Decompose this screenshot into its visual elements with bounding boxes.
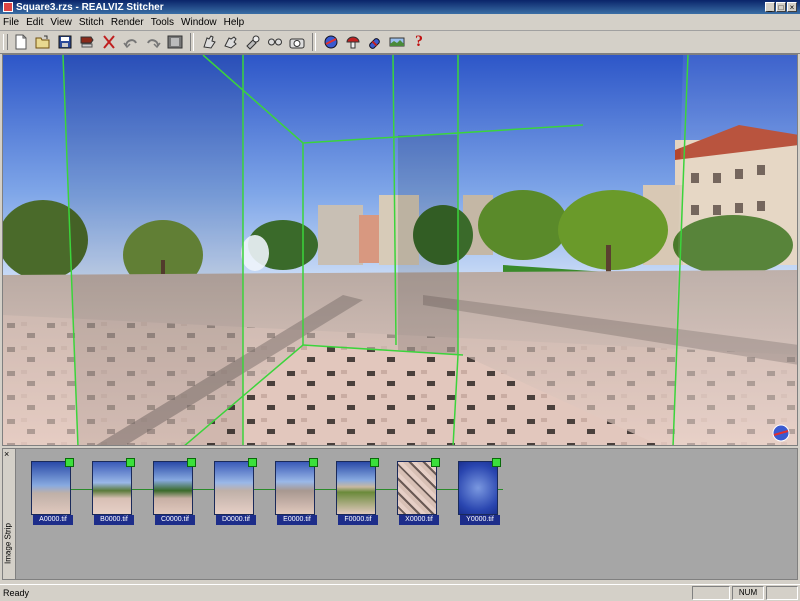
help-glyph: ? (415, 33, 423, 50)
overlap-region (673, 55, 797, 445)
menu-bar: File Edit View Stitch Render Tools Windo… (0, 14, 800, 31)
save-icon[interactable] (56, 33, 74, 51)
thumbnail-image (92, 461, 132, 515)
status-bar: Ready NUM (0, 584, 800, 601)
thumbnail-caption: F0000.tif (338, 515, 378, 525)
status-text: Ready (3, 588, 30, 598)
menu-tools[interactable]: Tools (148, 17, 178, 28)
thumbnail-caption: Y0000.tif (460, 515, 500, 525)
sphere-icon[interactable] (322, 33, 340, 51)
menu-edit[interactable]: Edit (23, 17, 47, 28)
window-title: Square3.rzs - REALVIZ Stitcher (16, 1, 164, 13)
pill-icon[interactable] (366, 33, 384, 51)
close-button[interactable]: × (787, 2, 797, 12)
image-strip-sidebar: × Image Strip (3, 449, 16, 579)
camera-icon[interactable] (288, 33, 306, 51)
thumbnail[interactable]: Y0000.tif (458, 458, 501, 525)
window-controls: _ □ × (765, 2, 797, 12)
num-lock-indicator: NUM (732, 586, 764, 600)
overlap-region (63, 55, 243, 445)
thumbnail-caption: B0000.tif (94, 515, 134, 525)
thumbnail[interactable]: A0000.tif (31, 458, 74, 525)
strip-close-icon[interactable]: × (4, 450, 9, 459)
menu-render[interactable]: Render (108, 17, 148, 28)
cut-icon[interactable] (100, 33, 118, 51)
selection-marker[interactable] (248, 458, 257, 467)
panorama-scene (3, 55, 797, 445)
selection-marker[interactable] (65, 458, 74, 467)
fountain (241, 235, 269, 271)
thumbnail-image (31, 461, 71, 515)
selection-marker[interactable] (126, 458, 135, 467)
tape-icon[interactable] (78, 33, 96, 51)
help-icon[interactable]: ? (410, 33, 428, 51)
toolbar: ? (0, 31, 800, 54)
selection-marker[interactable] (431, 458, 440, 467)
thumbnail[interactable]: X0000.tif (397, 458, 440, 525)
thumbnail-caption: C0000.tif (155, 515, 195, 525)
toolbar-separator (190, 33, 194, 51)
selection-marker[interactable] (370, 458, 379, 467)
panorama-icon[interactable] (388, 33, 406, 51)
thumbnail-caption: X0000.tif (399, 515, 439, 525)
panorama-viewport[interactable] (2, 54, 798, 446)
thumbnail-image (336, 461, 376, 515)
thumbnail[interactable]: D0000.tif (214, 458, 257, 525)
toolbar-grip[interactable] (3, 34, 8, 50)
thumbnail-caption: A0000.tif (33, 515, 73, 525)
film-icon[interactable] (166, 33, 184, 51)
glasses-icon[interactable] (266, 33, 284, 51)
stitch-hand-alt-icon[interactable] (222, 33, 240, 51)
thumbnail-caption: D0000.tif (216, 515, 256, 525)
thumbnail[interactable]: F0000.tif (336, 458, 379, 525)
mushroom-icon[interactable] (344, 33, 362, 51)
pin-icon[interactable] (244, 33, 262, 51)
title-bar: Square3.rzs - REALVIZ Stitcher _ □ × (0, 0, 800, 14)
open-icon[interactable] (34, 33, 52, 51)
status-pane (692, 586, 730, 600)
menu-view[interactable]: View (47, 17, 76, 28)
selection-marker[interactable] (187, 458, 196, 467)
thumbnail-image (458, 461, 498, 515)
app-icon (3, 2, 13, 12)
selection-marker[interactable] (492, 458, 501, 467)
undo-icon[interactable] (122, 33, 140, 51)
thumbnail-image (397, 461, 437, 515)
strip-label: Image Strip (3, 523, 13, 564)
status-pane (766, 586, 798, 600)
thumbnail[interactable]: E0000.tif (275, 458, 318, 525)
maximize-button[interactable]: □ (776, 2, 786, 12)
selection-marker[interactable] (309, 458, 318, 467)
menu-help[interactable]: Help (221, 17, 249, 28)
new-icon[interactable] (12, 33, 30, 51)
redo-icon[interactable] (144, 33, 162, 51)
thumbnail-image (275, 461, 315, 515)
menu-window[interactable]: Window (178, 17, 221, 28)
thumbnail-image (153, 461, 193, 515)
thumbnail-image (214, 461, 254, 515)
thumbnail-caption: E0000.tif (277, 515, 317, 525)
thumbnail[interactable]: C0000.tif (153, 458, 196, 525)
toolbar-separator (312, 33, 316, 51)
menu-stitch[interactable]: Stitch (76, 17, 108, 28)
thumbnail[interactable]: B0000.tif (92, 458, 135, 525)
menu-file[interactable]: File (0, 17, 23, 28)
stitch-hand-icon[interactable] (200, 33, 218, 51)
image-strip-panel: × Image Strip A0000.tif B0000.tif C0000.… (2, 448, 798, 580)
overlap-region (398, 135, 458, 355)
minimize-button[interactable]: _ (765, 2, 775, 12)
